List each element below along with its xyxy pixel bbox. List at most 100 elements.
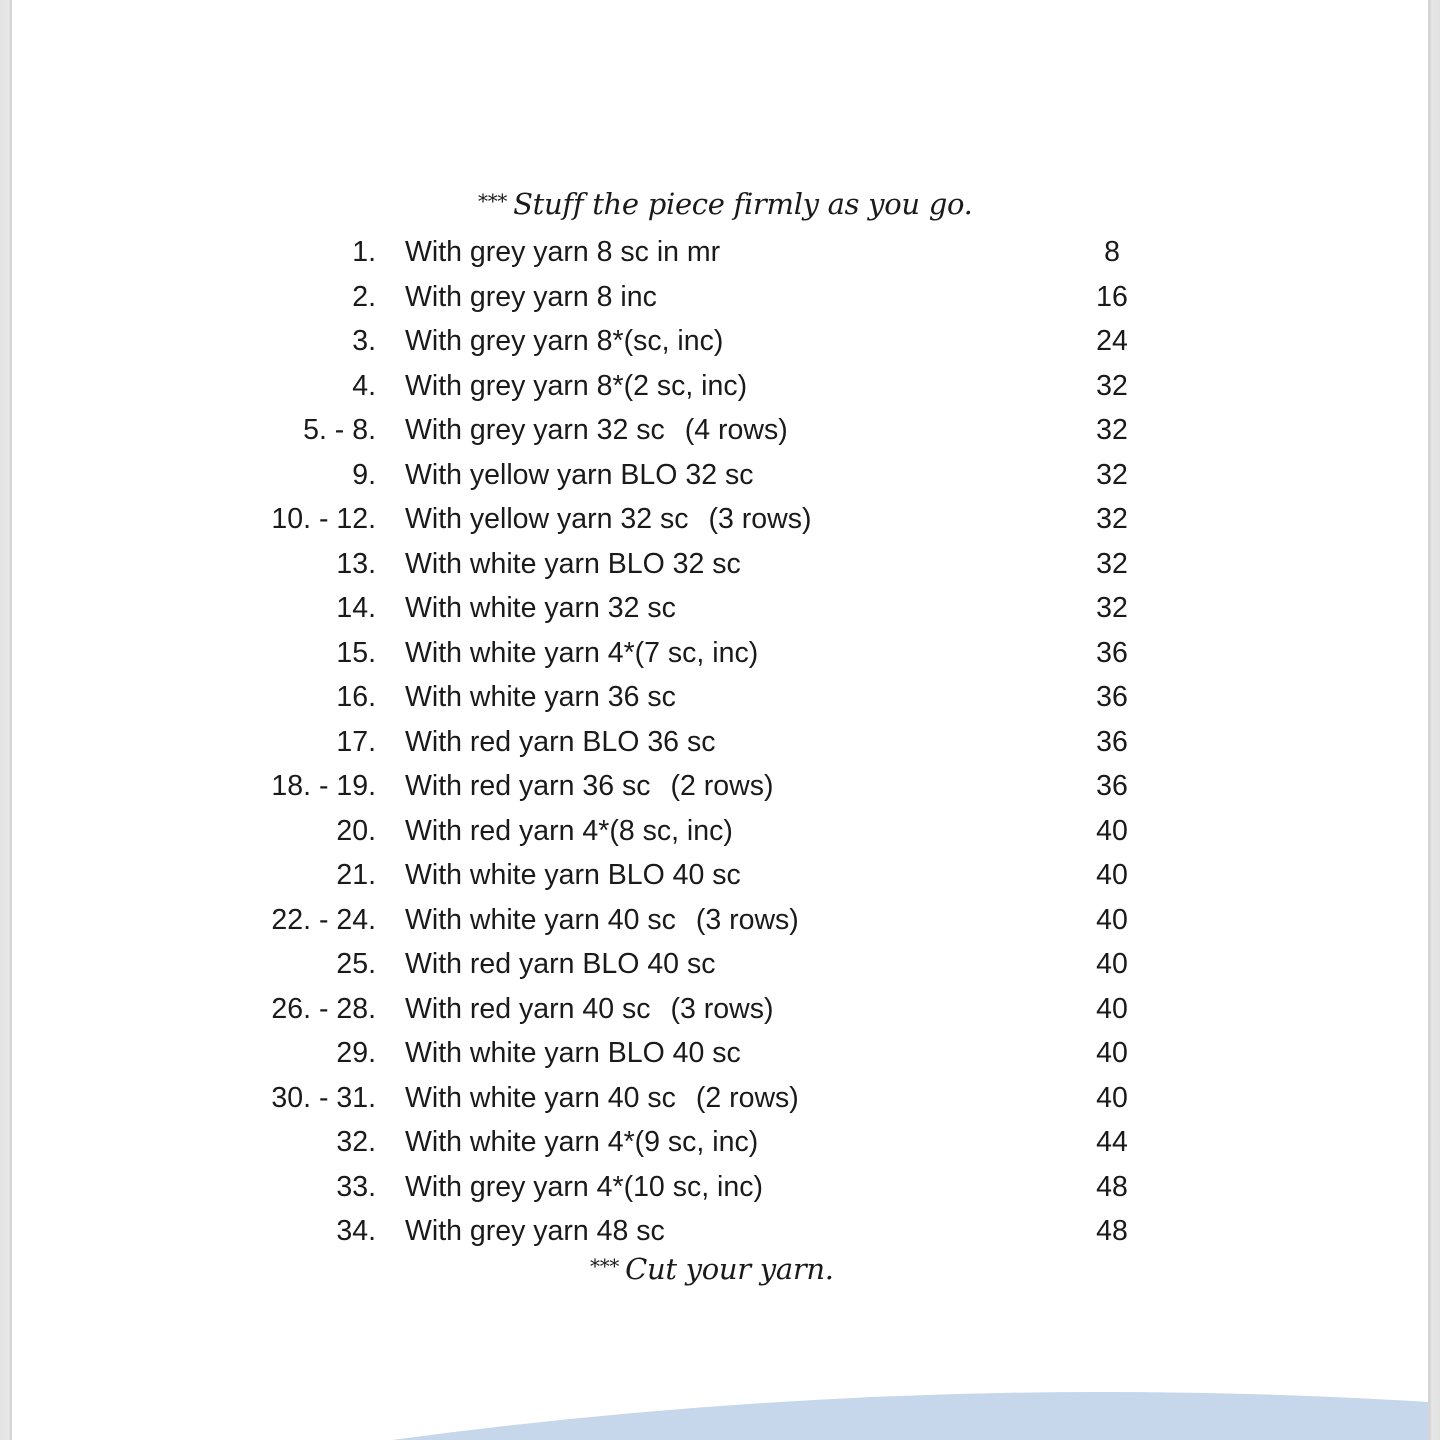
- row-instruction: With grey yarn 8*(2 sc, inc): [405, 364, 747, 408]
- stitch-count: 44: [1096, 1126, 1128, 1158]
- row-instruction: With red yarn 4*(8 sc, inc): [405, 809, 733, 853]
- pattern-row: 30. - 31. With white yarn 40 sc (2 rows) 40: [12, 1076, 1428, 1121]
- row-instruction: With grey yarn 8 sc in mr: [405, 230, 720, 274]
- stitch-count: 16: [1096, 280, 1128, 313]
- row-number: 3.: [352, 325, 376, 357]
- instruction-text: With white yarn 40 sc: [405, 1081, 676, 1114]
- row-number: 4.: [352, 369, 376, 402]
- pattern-row: 26. - 28. With red yarn 40 sc (3 rows) 40: [12, 987, 1428, 1032]
- footer-wave-shape: [392, 1391, 1428, 1440]
- row-repeat-note: (4 rows): [684, 414, 788, 446]
- row-instruction: With white yarn BLO 40 sc: [405, 1031, 741, 1075]
- pattern-row: 13. With white yarn BLO 32 sc 32: [12, 542, 1428, 587]
- footer-wave-decoration: [392, 1391, 1428, 1440]
- pattern-row: 22. - 24. With white yarn 40 sc (3 rows) 40: [12, 898, 1428, 943]
- row-number: 20.: [336, 814, 376, 847]
- row-instruction: With red yarn 40 sc (3 rows): [405, 987, 773, 1031]
- note-text: Stuff the piece firmly as you go.: [513, 187, 973, 221]
- instruction-text: With red yarn 4*(8 sc, inc): [405, 814, 733, 847]
- row-number: 32.: [336, 1126, 376, 1158]
- row-repeat-note: (2 rows): [695, 1081, 799, 1114]
- row-repeat-note: (3 rows): [670, 992, 774, 1025]
- instruction-text: With white yarn 32 sc: [405, 592, 676, 624]
- row-number: 25.: [336, 948, 376, 980]
- row-instruction: With white yarn BLO 40 sc: [405, 853, 741, 897]
- instruction-text: With white yarn BLO 32 sc: [405, 547, 741, 580]
- instruction-text: With grey yarn 8 inc: [405, 280, 657, 313]
- stitch-count: 32: [1096, 414, 1128, 446]
- row-instruction: With white yarn 40 sc (3 rows): [405, 898, 799, 942]
- stitch-count: 36: [1096, 636, 1128, 669]
- pattern-row: 10. - 12. With yellow yarn 32 sc (3 rows) 3…: [12, 497, 1428, 542]
- row-number: 18. - 19.: [271, 770, 376, 802]
- pattern-row: 21. With white yarn BLO 40 sc 40: [12, 853, 1428, 898]
- instruction-text: With white yarn 4*(7 sc, inc): [405, 636, 759, 669]
- instruction-text: With white yarn BLO 40 sc: [405, 859, 741, 891]
- stitch-count: 40: [1096, 948, 1128, 980]
- pattern-row: 29. With white yarn BLO 40 sc 40: [12, 1031, 1428, 1076]
- instruction-text: With white yarn 4*(9 sc, inc): [405, 1126, 759, 1158]
- instruction-text: With grey yarn 8*(2 sc, inc): [405, 369, 748, 402]
- row-instruction: With grey yarn 8*(sc, inc): [405, 319, 723, 363]
- stitch-count: 32: [1096, 369, 1128, 402]
- instruction-text: With red yarn 40 sc: [405, 992, 651, 1025]
- row-number: 15.: [336, 636, 376, 669]
- stitch-count: 40: [1096, 859, 1128, 891]
- pattern-row: 14. With white yarn 32 sc 32: [12, 586, 1428, 631]
- pattern-rows-list: 1. With grey yarn 8 sc in mr 8 2. With grey …: [12, 230, 1428, 1254]
- instruction-text: With yellow yarn BLO 32 sc: [405, 458, 754, 491]
- note-stars: ***: [478, 189, 508, 213]
- row-instruction: With white yarn BLO 32 sc: [405, 542, 741, 586]
- pattern-row: 1. With grey yarn 8 sc in mr 8: [12, 230, 1428, 275]
- row-number: 9.: [352, 458, 376, 491]
- row-number: 29.: [336, 1037, 376, 1069]
- row-instruction: With grey yarn 4*(10 sc, inc): [405, 1165, 763, 1209]
- instruction-text: With red yarn BLO 40 sc: [405, 948, 716, 980]
- stitch-count: 36: [1096, 725, 1128, 758]
- pattern-row: 2. With grey yarn 8 inc 16: [12, 275, 1428, 320]
- stitch-count: 32: [1096, 458, 1128, 491]
- pattern-row: 9. With yellow yarn BLO 32 sc 32: [12, 453, 1428, 498]
- stitch-count: 40: [1096, 1081, 1128, 1114]
- row-instruction: With red yarn 36 sc (2 rows): [405, 764, 773, 808]
- instruction-text: With white yarn BLO 40 sc: [405, 1037, 741, 1069]
- row-instruction: With red yarn BLO 40 sc: [405, 942, 715, 986]
- instruction-text: With yellow yarn 32 sc: [405, 503, 689, 535]
- pattern-row: 20. With red yarn 4*(8 sc, inc) 40: [12, 809, 1428, 854]
- instruction-text: With white yarn 36 sc: [405, 681, 676, 713]
- instruction-text: With grey yarn 32 sc: [405, 414, 665, 446]
- stitch-count: 40: [1096, 992, 1128, 1025]
- note-stars: ***: [590, 1254, 620, 1278]
- row-number: 2.: [352, 280, 376, 313]
- pattern-row: 15. With white yarn 4*(7 sc, inc) 36: [12, 631, 1428, 676]
- pattern-row: 18. - 19. With red yarn 36 sc (2 rows) 36: [12, 764, 1428, 809]
- stitch-count: 36: [1096, 770, 1128, 802]
- stitch-count: 36: [1096, 681, 1128, 713]
- row-number: 1.: [352, 236, 376, 268]
- pattern-row: 16. With white yarn 36 sc 36: [12, 675, 1428, 720]
- note-text: Cut your yarn.: [625, 1252, 834, 1286]
- row-number: 33.: [336, 1170, 376, 1203]
- row-repeat-note: (2 rows): [670, 770, 774, 802]
- row-number: 30. - 31.: [271, 1081, 376, 1114]
- pattern-row: 4. With grey yarn 8*(2 sc, inc) 32: [12, 364, 1428, 409]
- row-number: 10. - 12.: [271, 503, 376, 535]
- pattern-row: 25. With red yarn BLO 40 sc 40: [12, 942, 1428, 987]
- stitch-count: 40: [1096, 1037, 1128, 1069]
- instruction-text: With grey yarn 8*(sc, inc): [405, 325, 724, 357]
- row-instruction: With yellow yarn BLO 32 sc: [405, 453, 753, 497]
- document-viewer: *** Stuff the piece firmly as you go. 1. W…: [0, 0, 1440, 1440]
- instruction-text: With white yarn 40 sc: [405, 903, 676, 936]
- stuff-note: *** Stuff the piece firmly as you go.: [478, 187, 973, 221]
- row-instruction: With white yarn 36 sc: [405, 675, 676, 719]
- instruction-text: With grey yarn 4*(10 sc, inc): [405, 1170, 763, 1203]
- row-number: 17.: [336, 725, 376, 758]
- stitch-count: 32: [1096, 547, 1128, 580]
- row-number: 26. - 28.: [271, 992, 376, 1025]
- row-number: 21.: [336, 859, 376, 891]
- row-number: 13.: [336, 547, 376, 580]
- stitch-count: 40: [1096, 814, 1128, 847]
- row-number: 34.: [336, 1215, 376, 1247]
- pattern-row: 5. - 8. With grey yarn 32 sc (4 rows) 32: [12, 408, 1428, 453]
- pattern-row: 32. With white yarn 4*(9 sc, inc) 44: [12, 1120, 1428, 1165]
